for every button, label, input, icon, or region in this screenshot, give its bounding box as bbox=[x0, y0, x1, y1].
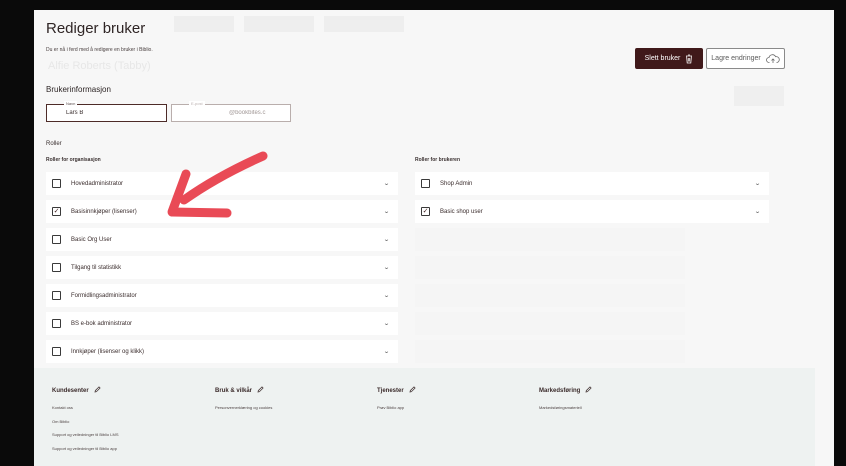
chevron-down-icon[interactable]: ⌄ bbox=[383, 320, 390, 327]
chevron-down-icon[interactable]: ⌄ bbox=[383, 264, 390, 271]
footer-heading-label: Tjenester bbox=[377, 387, 404, 394]
org-roles-heading: Roller for organisasjon bbox=[46, 157, 101, 163]
delete-user-button[interactable]: Slett bruker bbox=[635, 48, 703, 69]
role-row[interactable]: ✓ Basisinnkjøper (lisenser) ⌄ bbox=[46, 200, 398, 223]
chevron-down-icon[interactable]: ⌄ bbox=[383, 208, 390, 215]
ghost-button bbox=[734, 86, 784, 106]
email-field[interactable]: E-post bbox=[171, 101, 291, 122]
footer-heading-label: Bruk & vilkår bbox=[215, 387, 253, 394]
role-label: Basisinnkjøper (lisenser) bbox=[71, 208, 137, 215]
role-row[interactable]: BS e-bok administrator ⌄ bbox=[46, 312, 398, 335]
frame-border-right bbox=[834, 0, 846, 466]
role-checkbox[interactable] bbox=[52, 291, 61, 300]
role-row[interactable]: Hovedadministrator ⌄ bbox=[46, 172, 398, 195]
role-row[interactable]: Basic Org User ⌄ bbox=[46, 228, 398, 251]
footer-heading: Kundesenter bbox=[52, 386, 118, 395]
role-checkbox[interactable] bbox=[52, 179, 61, 188]
name-field-label: Navn bbox=[64, 101, 78, 106]
footer-column-bruk-vilkar: Bruk & vilkår Personvernerklæring og coo… bbox=[215, 386, 272, 415]
role-label: Hovedadministrator bbox=[71, 180, 124, 187]
ghost-row bbox=[415, 340, 685, 363]
footer-column-kundesenter: Kundesenter Kontakt oss Om Biblio Suppor… bbox=[52, 386, 118, 455]
footer-link[interactable]: Prøv Biblio app bbox=[377, 401, 416, 415]
ghost-row bbox=[415, 284, 685, 307]
role-label: Basic Org User bbox=[71, 236, 112, 243]
role-row[interactable]: ✓ Basic shop user ⌄ bbox=[415, 200, 769, 223]
role-row[interactable]: Shop Admin ⌄ bbox=[415, 172, 769, 195]
ghost-row bbox=[415, 256, 685, 279]
footer-heading-label: Kundesenter bbox=[52, 387, 89, 394]
page-title: Rediger bruker bbox=[46, 20, 146, 37]
ghost-tab bbox=[244, 16, 314, 32]
role-checkbox-checked[interactable]: ✓ bbox=[52, 207, 61, 216]
save-changes-button[interactable]: Lagre endringer bbox=[706, 48, 785, 69]
role-row[interactable]: Formidlingsadministrator ⌄ bbox=[46, 284, 398, 307]
footer-link[interactable]: Markedsføringsmateriell bbox=[539, 401, 592, 415]
page-subtitle: Du er nå i ferd med å redigere en bruker… bbox=[46, 47, 153, 53]
save-button-label: Lagre endringer bbox=[711, 55, 761, 62]
user-roles-heading: Roller for brukeren bbox=[415, 157, 461, 163]
role-label: Tilgang til statistikk bbox=[71, 264, 122, 271]
footer-heading: Tjenester bbox=[377, 386, 416, 395]
role-checkbox[interactable] bbox=[52, 263, 61, 272]
trash-icon bbox=[685, 54, 693, 64]
name-input[interactable] bbox=[66, 110, 156, 116]
roles-heading: Roller bbox=[46, 141, 62, 147]
chevron-down-icon[interactable]: ⌄ bbox=[754, 208, 761, 215]
pencil-icon bbox=[409, 386, 416, 395]
email-field-label: E-post bbox=[189, 101, 205, 106]
role-label: Basic shop user bbox=[440, 208, 483, 215]
chevron-down-icon[interactable]: ⌄ bbox=[754, 180, 761, 187]
footer-heading: Markedsføring bbox=[539, 386, 592, 395]
footer-link[interactable]: Support og veiledninger til Biblio app bbox=[52, 442, 118, 456]
role-label: Formidlingsadministrator bbox=[71, 292, 137, 299]
cloud-upload-icon bbox=[765, 53, 780, 64]
footer-link[interactable]: Om Biblio bbox=[52, 415, 118, 429]
frame-border-top bbox=[0, 0, 846, 10]
role-label: BS e-bok administrator bbox=[71, 320, 133, 327]
ghost-row bbox=[415, 312, 685, 335]
role-row[interactable]: Innkjøper (lisenser og klikk) ⌄ bbox=[46, 340, 398, 363]
screenshot-stage: Alfie Roberts (Tabby) Rediger bruker Du … bbox=[0, 0, 846, 466]
footer-link[interactable]: Personvernerklæring og cookies bbox=[215, 401, 272, 415]
role-checkbox-checked[interactable]: ✓ bbox=[421, 207, 430, 216]
delete-button-label: Slett bruker bbox=[644, 55, 681, 62]
chevron-down-icon[interactable]: ⌄ bbox=[383, 292, 390, 299]
role-checkbox[interactable] bbox=[52, 319, 61, 328]
role-label: Shop Admin bbox=[440, 180, 473, 187]
background-user-name: Alfie Roberts (Tabby) bbox=[48, 60, 151, 72]
chevron-down-icon[interactable]: ⌄ bbox=[383, 180, 390, 187]
frame-border-left bbox=[0, 0, 34, 466]
role-checkbox[interactable] bbox=[52, 347, 61, 356]
edit-user-page: Alfie Roberts (Tabby) Rediger bruker Du … bbox=[34, 10, 834, 466]
role-checkbox[interactable] bbox=[52, 235, 61, 244]
role-row[interactable]: Tilgang til statistikk ⌄ bbox=[46, 256, 398, 279]
user-info-heading: Brukerinformasjon bbox=[46, 85, 111, 94]
footer-column-markedsforing: Markedsføring Markedsføringsmateriell bbox=[539, 386, 592, 415]
pencil-icon bbox=[257, 386, 264, 395]
ghost-tab bbox=[174, 16, 234, 32]
footer-column-tjenester: Tjenester Prøv Biblio app bbox=[377, 386, 416, 415]
footer-heading-label: Markedsføring bbox=[539, 387, 581, 394]
pencil-icon bbox=[585, 386, 592, 395]
name-field[interactable]: Navn bbox=[46, 101, 167, 122]
chevron-down-icon[interactable]: ⌄ bbox=[383, 348, 390, 355]
pencil-icon bbox=[94, 386, 101, 395]
ghost-row bbox=[415, 228, 685, 251]
site-footer: Kundesenter Kontakt oss Om Biblio Suppor… bbox=[34, 368, 815, 466]
email-input[interactable] bbox=[229, 110, 289, 116]
role-checkbox[interactable] bbox=[421, 179, 430, 188]
footer-heading: Bruk & vilkår bbox=[215, 386, 272, 395]
role-label: Innkjøper (lisenser og klikk) bbox=[71, 348, 145, 355]
ghost-tab bbox=[324, 16, 404, 32]
chevron-down-icon[interactable]: ⌄ bbox=[383, 236, 390, 243]
footer-link[interactable]: Kontakt oss bbox=[52, 401, 118, 415]
footer-link[interactable]: Support og veiledninger til Biblio LMS bbox=[52, 428, 118, 442]
